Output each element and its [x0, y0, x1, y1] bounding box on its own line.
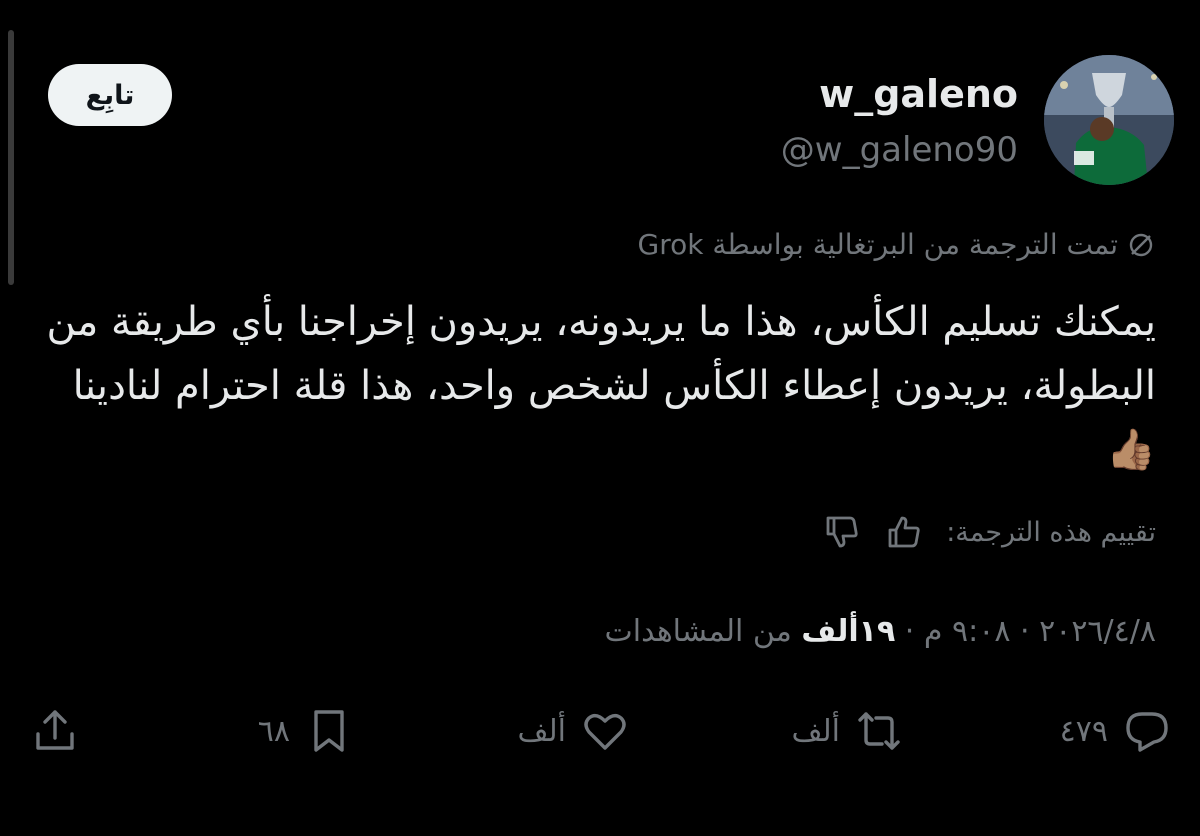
scrollbar[interactable]: [8, 30, 14, 285]
reply-count: ٤٧٩: [1059, 713, 1108, 749]
tweet-time[interactable]: ٩:٠٨ م: [924, 614, 1011, 649]
meta-separator: ·: [1010, 614, 1030, 649]
bookmark-icon: [314, 710, 344, 752]
translation-note-text: تمت الترجمة من البرتغالية بواسطة Grok: [637, 228, 1118, 261]
tweet-meta: ٢٠٢٦/٤/٨ · ٩:٠٨ م · ١٩ألف من المشاهدات: [605, 614, 1157, 649]
like-button[interactable]: ألف: [517, 706, 630, 756]
bookmark-button[interactable]: ٦٨: [258, 706, 354, 756]
tweet-date[interactable]: ٢٠٢٦/٤/٨: [1039, 614, 1156, 649]
views-label: من المشاهدات: [604, 614, 792, 649]
repost-icon: [858, 712, 900, 750]
thumbs-down-icon[interactable]: [822, 512, 862, 552]
translate-globe-icon: [1129, 233, 1153, 256]
meta-separator: ·: [895, 614, 915, 649]
display-name[interactable]: w_galeno: [819, 72, 1018, 116]
like-count: ألف: [517, 713, 566, 749]
thumbs-up-icon[interactable]: [884, 512, 924, 552]
tweet-actions: ٤٧٩ ألف ألف ٦٨: [0, 706, 1200, 766]
user-handle[interactable]: @w_galeno90: [781, 130, 1018, 170]
translation-note: تمت الترجمة من البرتغالية بواسطة Grok: [638, 228, 1156, 261]
reply-icon: [1126, 712, 1168, 752]
share-button[interactable]: [30, 706, 80, 756]
rate-translation-label: تقييم هذه الترجمة:: [946, 516, 1156, 548]
heart-icon: [584, 713, 626, 750]
share-icon: [36, 710, 74, 750]
bookmark-count: ٦٨: [257, 713, 290, 749]
repost-button[interactable]: ألف: [791, 706, 904, 756]
reply-button[interactable]: ٤٧٩: [1060, 706, 1172, 756]
follow-button[interactable]: تابِع: [48, 64, 172, 126]
repost-count: ألف: [791, 713, 840, 749]
avatar[interactable]: [1044, 55, 1174, 185]
tweet-text: يمكنك تسليم الكأس، هذا ما يريدونه، يريدو…: [46, 299, 1156, 473]
rate-translation-row: تقييم هذه الترجمة:: [822, 512, 1156, 552]
views-count: ١٩ألف: [801, 614, 896, 649]
